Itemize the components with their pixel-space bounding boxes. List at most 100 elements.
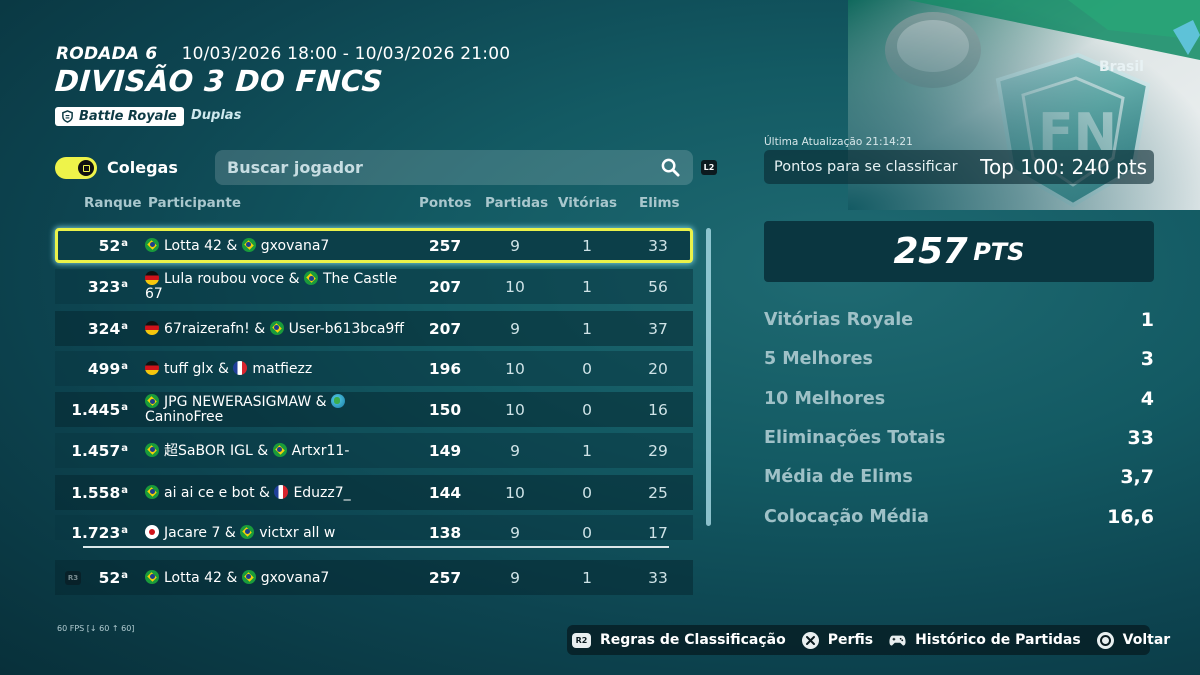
row-wins: 1: [582, 441, 592, 460]
brazil-flag-icon: [241, 237, 256, 252]
brazil-flag-icon: [145, 442, 159, 457]
row-rank: 52 a: [98, 236, 128, 255]
row-rank: 499 a: [87, 359, 128, 378]
row-elims: 33: [648, 236, 668, 255]
row-matches: 10: [505, 483, 525, 502]
col-points: Pontos: [419, 195, 472, 211]
stat-value: 3: [1140, 348, 1154, 370]
mode-badge: Battle Royale: [55, 107, 184, 126]
table-row[interactable]: 1.457 a 超SaBOR IGL & Artxr11- 149 9 1 29: [55, 433, 693, 468]
row-rank: 52 a: [98, 568, 128, 587]
stat-top5: 5 Melhores 3: [764, 348, 1154, 373]
row-rank: 1.723 a: [71, 523, 128, 541]
row-matches: 9: [510, 441, 520, 460]
row-matches: 10: [505, 277, 525, 296]
table-row-selected[interactable]: 52 a Lotta 42 & gxovana7 257 9 1 33: [55, 228, 693, 263]
row-participants: Jacare 7 & victxr all w: [145, 515, 415, 540]
row-elims: 56: [648, 277, 668, 296]
row-elims: 20: [648, 359, 668, 378]
row-rank: 324 a: [87, 319, 128, 338]
hint-label: Regras de Classificação: [600, 632, 786, 648]
brazil-flag-icon: [145, 394, 159, 408]
hint-label: Perfis: [827, 632, 874, 648]
row-rank: 1.445 a: [71, 400, 128, 419]
team-type: Duplas: [191, 108, 242, 123]
row-wins: 1: [582, 568, 592, 587]
cross-button-icon: [801, 631, 819, 649]
row-participants: JPG NEWERASIGMAW & CaninoFree: [145, 392, 415, 427]
stat-royale-wins: Vitórias Royale 1: [764, 309, 1154, 334]
region-label: Brasil: [1099, 59, 1144, 75]
japan-flag-icon: [145, 524, 159, 539]
row-elims: 16: [648, 400, 668, 419]
row-wins: 1: [582, 277, 592, 296]
row-points: 138: [428, 523, 462, 541]
brazil-flag-icon: [241, 569, 256, 584]
row-points: 257: [428, 236, 462, 255]
row-participants: Lula roubou voce & The Castle 67: [145, 271, 398, 302]
table-row[interactable]: 323 a Lula roubou voce & The Castle 67 207 1…: [55, 269, 693, 304]
table-row[interactable]: 1.558 a ai ai ce e bot & Eduzz7_ 144 10 0 25: [55, 475, 693, 510]
row-rank: 1.558 a: [71, 483, 128, 502]
row-points: 150: [428, 400, 462, 419]
hint-profiles[interactable]: Perfis: [801, 631, 874, 649]
qualify-threshold: Pontos para se classificar Top 100: 240 …: [764, 150, 1154, 184]
hint-label: Voltar: [1122, 632, 1171, 648]
germany-flag-icon: [145, 271, 159, 285]
table-row[interactable]: 324 a 67raizerafn! & User-b613bca9ff 207 9 1 3…: [55, 311, 693, 346]
stat-label: Eliminações Totais: [764, 428, 946, 448]
stat-label: 5 Melhores: [764, 349, 873, 369]
search-icon[interactable]: [661, 158, 680, 177]
row-points: 196: [428, 359, 462, 378]
table-row[interactable]: 1.445 a JPG NEWERASIGMAW & CaninoFree 150 10…: [55, 392, 693, 427]
row-wins: 0: [582, 400, 592, 419]
row-matches: 9: [510, 319, 520, 338]
hint-back[interactable]: Voltar: [1096, 631, 1171, 649]
scrollbar[interactable]: [706, 228, 711, 526]
qualify-value: Top 100: 240 pts: [980, 155, 1147, 179]
row-participants: 67raizerafn! & User-b613bca9ff: [145, 311, 415, 346]
pinned-player-row[interactable]: 52 a Lotta 42 & gxovana7 257 9 1 33: [55, 560, 693, 595]
brazil-flag-icon: [272, 442, 287, 457]
row-rank: 323 a: [87, 277, 128, 296]
stat-label: Colocação Média: [764, 507, 929, 527]
row-matches: 9: [510, 523, 520, 541]
search-placeholder: Buscar jogador: [227, 158, 363, 177]
row-wins: 1: [582, 236, 592, 255]
row-points: 144: [428, 483, 462, 502]
row-elims: 37: [648, 319, 668, 338]
row-points: 207: [428, 319, 462, 338]
row-participants: Lotta 42 & gxovana7: [145, 231, 415, 260]
total-points-box: 257 PTS: [764, 221, 1154, 282]
search-input[interactable]: Buscar jogador: [215, 150, 693, 185]
table-row[interactable]: 1.723 a Jacare 7 & victxr all w 138 9 0 17: [55, 515, 693, 540]
round-header: RODADA 6 10/03/2026 18:00 - 10/03/2026 2…: [56, 44, 510, 64]
brazil-flag-icon: [269, 320, 284, 335]
points-unit: PTS: [973, 237, 1025, 266]
globe-icon: [331, 394, 346, 408]
stat-label: 10 Melhores: [764, 389, 886, 409]
stat-top10: 10 Melhores 4: [764, 388, 1154, 413]
row-participants: 超SaBOR IGL & Artxr11-: [145, 433, 415, 468]
col-participant: Participante: [148, 195, 242, 211]
divider: [83, 546, 669, 548]
hint-rules[interactable]: R2 Regras de Classificação: [572, 632, 786, 648]
stat-avg-placement: Colocação Média 16,6: [764, 506, 1154, 531]
row-matches: 9: [510, 568, 520, 587]
france-flag-icon: [274, 484, 289, 499]
table-row[interactable]: 499 a tuff glx & matfiezz 196 10 0 20: [55, 351, 693, 386]
mode-label: Battle Royale: [79, 109, 177, 124]
circle-button-icon: [1096, 631, 1114, 649]
qualify-label: Pontos para se classificar: [774, 159, 958, 175]
stat-value: 16,6: [1107, 506, 1154, 528]
total-points: 257: [893, 231, 968, 272]
stat-total-elims: Eliminações Totais 33: [764, 427, 1154, 452]
friends-toggle[interactable]: [55, 157, 97, 179]
row-rank: 1.457 a: [71, 441, 128, 460]
round-label: RODADA 6: [56, 44, 158, 64]
hint-match-history[interactable]: Histórico de Partidas: [889, 632, 1081, 649]
friends-toggle-label: Colegas: [107, 158, 178, 177]
brazil-flag-icon: [304, 271, 318, 285]
stat-avg-elims: Média de Elims 3,7: [764, 466, 1154, 491]
shield-icon: [62, 110, 73, 123]
